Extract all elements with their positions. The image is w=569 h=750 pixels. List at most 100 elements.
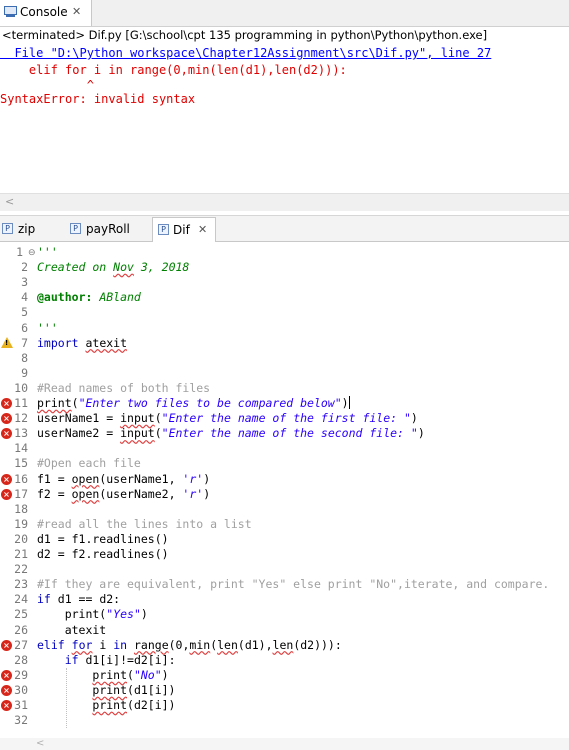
syntax-error-message: SyntaxError: invalid syntax <box>0 92 196 106</box>
code-line-19[interactable]: 19 #read all the lines into a list <box>0 517 569 532</box>
code-editor[interactable]: 1 ⊖ ''' 2 Created on Nov 3, 2018 3 4 @author: A… <box>0 242 569 750</box>
line-number: 18 <box>14 501 28 516</box>
code-line-8[interactable]: 8 <box>0 351 569 366</box>
line-number: 4 <box>21 290 28 305</box>
code-text: Created on Nov 3, 2018 <box>37 260 190 275</box>
line-number: 32 <box>14 713 28 728</box>
close-icon[interactable]: ✕ <box>198 223 207 236</box>
scroll-left-icon[interactable]: < <box>5 195 14 208</box>
code-line-14[interactable]: 14 <box>0 441 569 456</box>
line-number: 19 <box>14 516 28 531</box>
code-line-32[interactable]: 32 <box>0 713 569 728</box>
code-line-28[interactable]: 28 if d1[i]!=d2[i]: <box>0 653 569 668</box>
line-number: 17 <box>14 486 28 501</box>
code-text: d2 = f2.readlines() <box>37 547 169 561</box>
code-text: #If they are equivalent, print "Yes" els… <box>37 577 550 592</box>
code-line-11[interactable]: × 11 print("Enter two files to be compared… <box>0 396 569 411</box>
code-line-3[interactable]: 3 <box>0 275 569 290</box>
code-text: f1 = open(userName1, 'r') <box>37 471 211 486</box>
tab-label: zip <box>18 222 36 236</box>
code-text: if d1[i]!=d2[i]: <box>64 652 176 667</box>
indent-guide <box>66 667 67 729</box>
code-text: print(d1[i]) <box>92 682 176 697</box>
line-number: 21 <box>14 547 28 561</box>
code-line-1[interactable]: 1 ⊖ ''' <box>0 245 569 260</box>
code-line-2[interactable]: 2 Created on Nov 3, 2018 <box>0 260 569 275</box>
tab-zip[interactable]: P zip <box>2 218 52 241</box>
python-file-icon: P <box>2 223 13 234</box>
code-line-4[interactable]: 4 @author: ABland <box>0 290 569 305</box>
console-tab-bar: Console ✕ <box>0 0 569 27</box>
console-status: <terminated> Dif.py [G:\school\cpt 135 p… <box>2 28 488 42</box>
code-line-22[interactable]: 22 <box>0 562 569 577</box>
code-line-12[interactable]: × 12 userName1 = input("Enter the name of … <box>0 411 569 426</box>
code-line-20[interactable]: 20 d1 = f1.readlines() <box>0 532 569 547</box>
line-number: 24 <box>14 592 28 607</box>
code-line-7[interactable]: ! 7 import atexit <box>0 336 569 351</box>
code-text: elif for i in range(0,min(len(d1),len(d2… <box>37 637 342 652</box>
code-line-18[interactable]: 18 <box>0 502 569 517</box>
code-line-9[interactable]: 9 <box>0 366 569 381</box>
line-number: 29 <box>14 667 28 682</box>
code-line-15[interactable]: 15 #Open each file <box>0 456 569 471</box>
code-line-30[interactable]: × 30 print(d1[i]) <box>0 683 569 698</box>
line-number: 31 <box>14 698 28 712</box>
line-number: 12 <box>14 411 28 426</box>
code-line-17[interactable]: × 17 f2 = open(userName2, 'r') <box>0 487 569 502</box>
console-horizontal-scrollbar[interactable]: < <box>0 193 569 211</box>
code-line-5[interactable]: 5 <box>0 305 569 320</box>
line-number: 10 <box>14 380 28 395</box>
code-line-25[interactable]: 25 print("Yes") <box>0 607 569 622</box>
code-text: ''' <box>37 320 58 335</box>
line-number: 25 <box>14 607 28 622</box>
code-text: import atexit <box>37 335 128 350</box>
line-number: 23 <box>14 577 28 592</box>
code-line-29[interactable]: × 29 print("No") <box>0 668 569 683</box>
code-text: print("No") <box>92 667 169 682</box>
line-number: 20 <box>14 531 28 546</box>
code-text: #Read names of both files <box>37 380 211 395</box>
code-text: print("Enter two files to be compared be… <box>37 396 350 410</box>
close-icon[interactable]: ✕ <box>72 5 81 18</box>
console-icon <box>4 6 17 17</box>
line-number: 26 <box>14 622 28 637</box>
tab-payroll[interactable]: P payRoll <box>70 218 140 241</box>
code-line-26[interactable]: 26 atexit <box>0 623 569 638</box>
tab-label: Dif <box>173 223 190 237</box>
tab-dif[interactable]: P Dif ✕ <box>152 217 216 243</box>
fold-toggle-icon[interactable]: ⊖ <box>28 248 36 258</box>
code-line-31[interactable]: × 31 print(d2[i]) <box>0 698 569 713</box>
code-line-27[interactable]: × 27 elif for i in range(0,min(len(d1),len… <box>0 638 569 653</box>
line-number: 30 <box>14 682 28 697</box>
code-line-10[interactable]: 10 #Read names of both files <box>0 381 569 396</box>
python-file-icon: P <box>158 224 169 235</box>
code-text: f2 = open(userName2, 'r') <box>37 486 211 501</box>
editor-horizontal-scrollbar[interactable]: < <box>0 738 569 750</box>
traceback-file-link[interactable]: File "D:\Python workspace\Chapter12Assig… <box>0 46 491 60</box>
line-number: 1 <box>16 245 23 259</box>
line-number: 28 <box>14 652 28 667</box>
code-line-24[interactable]: 24 if d1 == d2: <box>0 592 569 607</box>
console-tab-label: Console <box>20 5 68 19</box>
line-number: 3 <box>21 275 28 290</box>
python-file-icon: P <box>70 223 81 234</box>
scroll-left-icon[interactable]: < <box>36 738 44 749</box>
code-text: #read all the lines into a list <box>37 516 252 531</box>
code-line-6[interactable]: 6 ''' <box>0 321 569 336</box>
code-line-13[interactable]: × 13 userName2 = input("Enter the name of … <box>0 426 569 441</box>
code-line-16[interactable]: × 16 f1 = open(userName1, 'r') <box>0 472 569 487</box>
line-number: 14 <box>14 441 28 456</box>
code-line-23[interactable]: 23 #If they are equivalent, print "Yes" e… <box>0 577 569 592</box>
code-text: userName2 = input("Enter the name of the… <box>37 426 425 441</box>
line-number: 9 <box>21 365 28 380</box>
code-text: print("Yes") <box>37 607 148 622</box>
traceback-code-line: elif for i in range(0,min(len(d1),len(d2… <box>0 63 347 77</box>
tab-console[interactable]: Console ✕ <box>0 0 92 26</box>
code-line-21[interactable]: 21 d2 = f2.readlines() <box>0 547 569 562</box>
code-text: atexit <box>37 622 107 637</box>
code-text: d1 = f1.readlines() <box>37 531 169 546</box>
line-number: 2 <box>21 260 28 275</box>
code-text: ''' <box>37 245 58 259</box>
line-number: 7 <box>21 335 28 350</box>
code-text: if d1 == d2: <box>37 592 121 607</box>
